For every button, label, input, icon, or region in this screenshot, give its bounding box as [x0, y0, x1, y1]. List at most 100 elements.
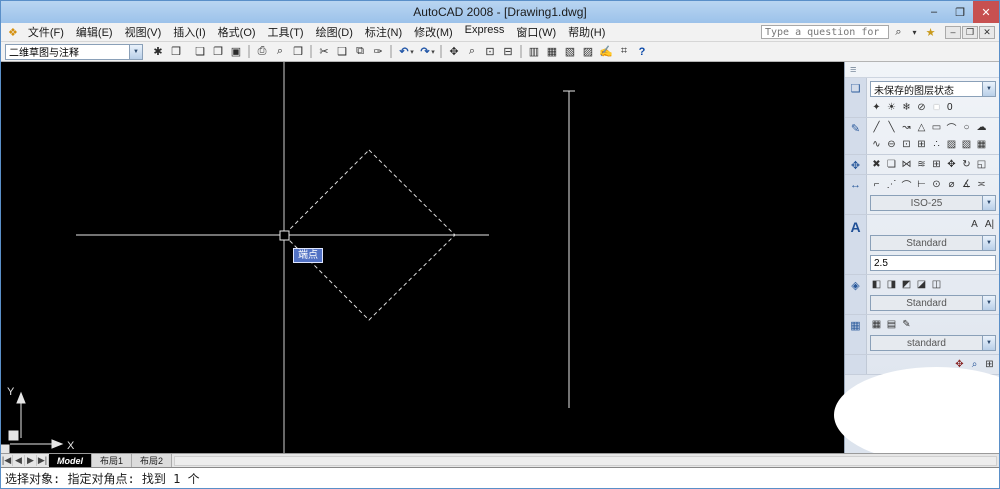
zoom-realtime-icon[interactable]: ⌕ [463, 44, 481, 60]
current-layer-name[interactable]: 0 [947, 102, 953, 113]
favorites-star-icon[interactable]: ★ [924, 26, 937, 39]
toolbar-separator[interactable] [520, 45, 522, 58]
tab-nav-button[interactable]: |◀ [1, 455, 13, 466]
menu-tools[interactable]: 工具(T) [262, 24, 310, 40]
revision-cloud-icon[interactable]: ☁ [974, 120, 989, 135]
command-line[interactable]: 选择对象: 指定对角点: 找到 1 个 [1, 467, 999, 488]
chevron-down-icon[interactable]: ▼ [982, 336, 995, 350]
zoom-window-tool-icon[interactable]: ⊞ [982, 357, 997, 372]
layer-properties-icon[interactable]: ✦ [869, 100, 884, 115]
circle-icon[interactable]: ○ [959, 120, 974, 135]
multiline-text-icon[interactable]: A [967, 217, 982, 232]
workspace-dropdown[interactable]: 二维草图与注释 ▼ [5, 43, 143, 60]
tab-layout1[interactable]: 布局1 [92, 454, 133, 467]
attribute-style-dropdown[interactable]: Standard ▼ [870, 295, 996, 311]
menu-format[interactable]: 格式(O) [212, 24, 262, 40]
doc-restore-button[interactable]: ❐ [962, 25, 978, 39]
copy-icon[interactable]: ❑ [333, 44, 351, 60]
redo-caret-icon[interactable]: ▾ [429, 44, 437, 60]
point-icon[interactable]: ∴ [929, 137, 944, 152]
tab-nav-button[interactable]: ◀ [13, 455, 25, 466]
minimize-button[interactable]: – [921, 1, 947, 23]
workspace-settings-icon[interactable]: ✱ [149, 44, 167, 60]
toolbar-separator[interactable] [390, 45, 392, 58]
publish-icon[interactable]: ❒ [289, 44, 307, 60]
tab-nav-button[interactable]: ▶| [37, 455, 49, 466]
layer-on-icon[interactable]: ☀ [884, 100, 899, 115]
markup-icon[interactable]: ✍ [597, 44, 615, 60]
text-height-input[interactable] [870, 255, 996, 271]
table-panel-icon[interactable]: ▦ [845, 315, 867, 354]
gradient-icon[interactable]: ▧ [959, 137, 974, 152]
menu-edit[interactable]: 编辑(E) [70, 24, 119, 40]
doc-close-button[interactable]: ✕ [979, 25, 995, 39]
undo-caret-icon[interactable]: ▾ [408, 44, 416, 60]
layer-state-dropdown[interactable]: 未保存的图层状态 ▼ [870, 81, 996, 97]
move-icon[interactable]: ✥ [944, 157, 959, 172]
modify-panel-icon[interactable]: ✥ [845, 155, 867, 174]
workspace-save-icon[interactable]: ❒ [167, 44, 185, 60]
aligned-dimension-icon[interactable]: ⋰ [884, 177, 899, 192]
menu-express[interactable]: Express [459, 24, 511, 40]
edit-attribute-icon[interactable]: ◩ [899, 277, 914, 292]
chevron-down-icon[interactable]: ▼ [982, 196, 995, 210]
search-icon[interactable]: ⌕ [892, 26, 905, 39]
draw-panel-icon[interactable]: ✎ [845, 118, 867, 154]
menu-window[interactable]: 窗口(W) [510, 24, 562, 40]
data-extraction-icon[interactable]: ◫ [929, 277, 944, 292]
region-icon[interactable]: ▦ [974, 137, 989, 152]
radius-icon[interactable]: ⊙ [929, 177, 944, 192]
quickcalc-icon[interactable]: ⌗ [615, 44, 633, 60]
single-line-text-icon[interactable]: A| [982, 217, 997, 232]
paste-icon[interactable]: ⧉ [351, 44, 369, 60]
layer-color-icon[interactable]: ■ [929, 100, 944, 115]
plot-icon[interactable]: ⎙ [253, 44, 271, 60]
array-icon[interactable]: ⊞ [929, 157, 944, 172]
restore-button[interactable]: ❐ [947, 1, 973, 23]
construction-line-icon[interactable]: ╲ [884, 120, 899, 135]
toolpalettes-icon[interactable]: ▧ [561, 44, 579, 60]
cut-icon[interactable]: ✂ [315, 44, 333, 60]
layer-freeze-icon[interactable]: ❄ [899, 100, 914, 115]
toolbar-separator[interactable] [248, 45, 250, 58]
ellipse-icon[interactable]: ⊖ [884, 137, 899, 152]
create-block-icon[interactable]: ⊞ [914, 137, 929, 152]
close-button[interactable]: ✕ [973, 1, 999, 23]
spline-icon[interactable]: ∿ [869, 137, 884, 152]
toolbar-separator[interactable] [440, 45, 442, 58]
line-icon[interactable]: ╱ [869, 120, 884, 135]
chevron-down-icon[interactable]: ▼ [982, 296, 995, 310]
help-icon[interactable]: ? [633, 44, 651, 60]
tab-nav-button[interactable]: ▶ [25, 455, 37, 466]
edit-table-icon[interactable]: ✎ [899, 317, 914, 332]
dimension-panel-icon[interactable]: ↔ [845, 175, 867, 214]
help-search-input[interactable] [761, 25, 889, 39]
dimension-style-dropdown[interactable]: ISO-25 ▼ [870, 195, 996, 211]
tab-layout2[interactable]: 布局2 [132, 454, 173, 467]
layer-lock-icon[interactable]: ⊘ [914, 100, 929, 115]
table-style-icon[interactable]: ▤ [884, 317, 899, 332]
chevron-down-icon[interactable]: ▼ [982, 82, 995, 96]
designcenter-icon[interactable]: ▦ [543, 44, 561, 60]
menu-view[interactable]: 视图(V) [119, 24, 168, 40]
chevron-down-icon[interactable]: ▼ [982, 236, 995, 250]
hatch-icon[interactable]: ▨ [944, 137, 959, 152]
zoom-window-icon[interactable]: ⊡ [481, 44, 499, 60]
sync-attributes-icon[interactable]: ◪ [914, 277, 929, 292]
properties-icon[interactable]: ▥ [525, 44, 543, 60]
new-file-icon[interactable]: ❏ [191, 44, 209, 60]
arc-length-icon[interactable]: ⌒ [899, 177, 914, 192]
open-file-icon[interactable]: ❐ [209, 44, 227, 60]
text-style-dropdown[interactable]: Standard ▼ [870, 235, 996, 251]
diameter-icon[interactable]: ⌀ [944, 177, 959, 192]
table-style-dropdown[interactable]: standard ▼ [870, 335, 996, 351]
text-panel-icon[interactable]: A [845, 215, 867, 274]
chevron-down-icon[interactable]: ▼ [129, 44, 142, 59]
dashboard-grip-icon[interactable]: ≡ [845, 62, 999, 78]
block-editor-icon[interactable]: ◧ [869, 277, 884, 292]
menu-modify[interactable]: 修改(M) [408, 24, 459, 40]
menu-file[interactable]: 文件(F) [22, 24, 70, 40]
toolbar-separator[interactable] [310, 45, 312, 58]
tab-model[interactable]: Model [49, 454, 92, 467]
offset-icon[interactable]: ≋ [914, 157, 929, 172]
